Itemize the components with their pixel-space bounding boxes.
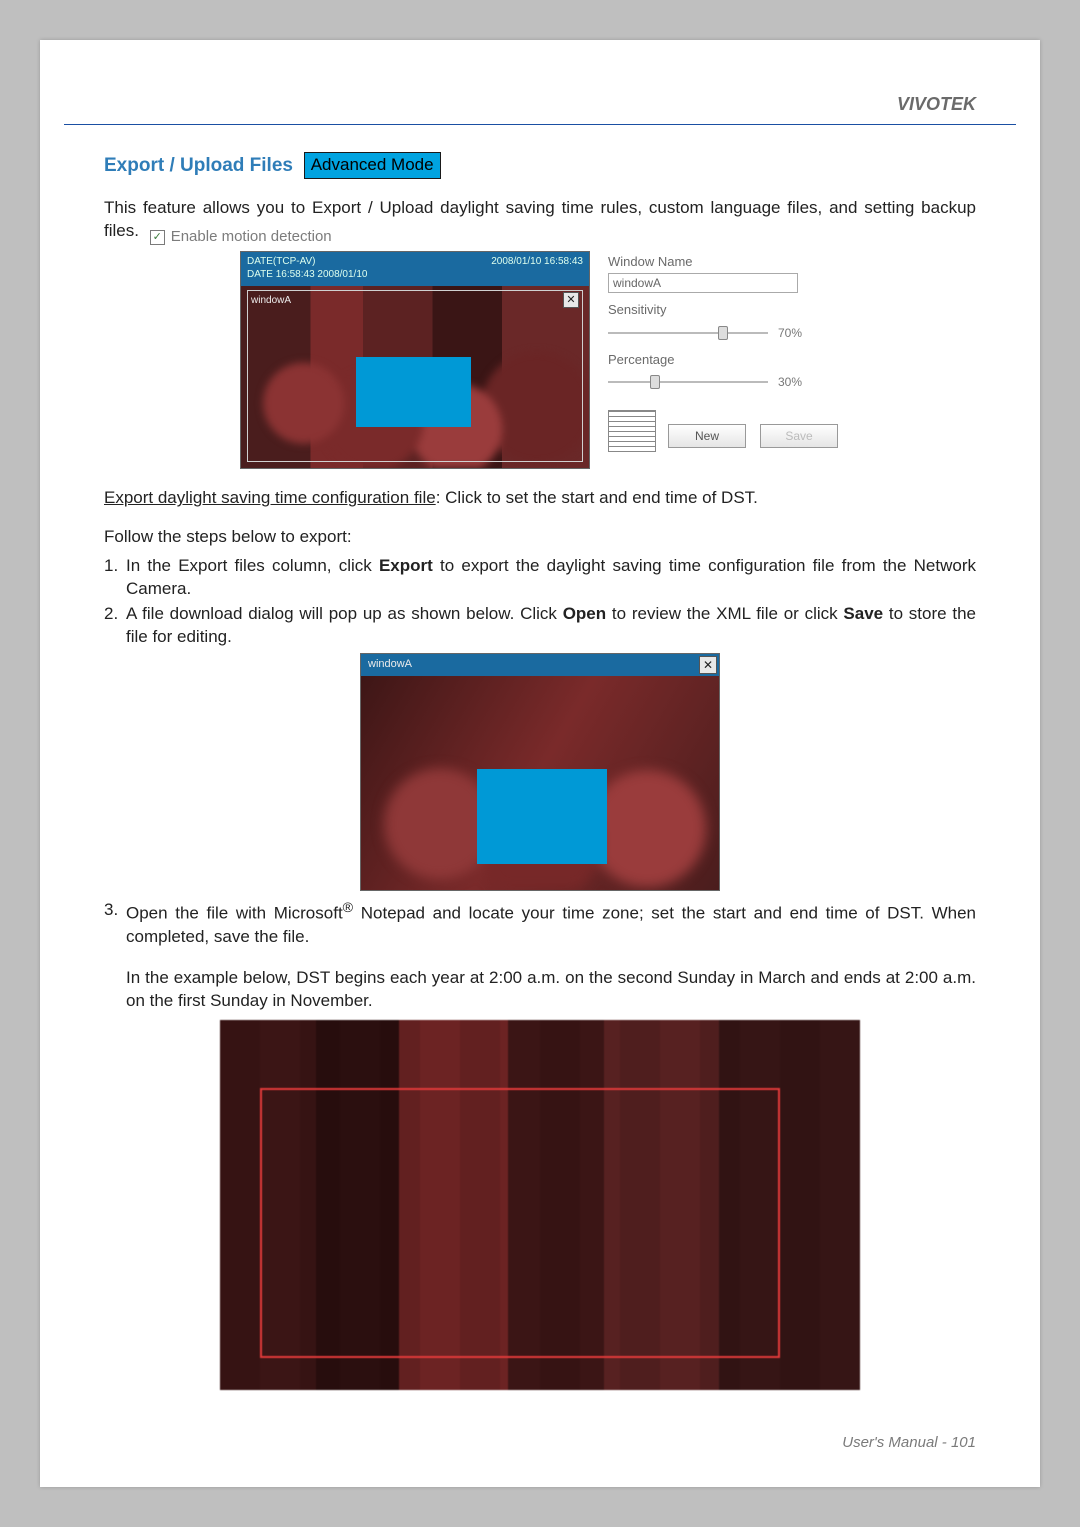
new-button[interactable]: New xyxy=(668,424,746,448)
percentage-label: Percentage xyxy=(608,351,840,369)
brand-label: VIVOTEK xyxy=(897,94,976,115)
motion-region-box[interactable] xyxy=(356,357,471,427)
close-icon[interactable]: ✕ xyxy=(563,292,579,308)
content: Export / Upload Files Advanced Mode This… xyxy=(104,152,976,1390)
window-name-label: Window Name xyxy=(608,253,840,271)
figure-motion-detection-panel: DATE(TCP-AV) 2008/01/10 16:58:43 DATE 16… xyxy=(104,251,976,469)
step-1: 1. In the Export files column, click Exp… xyxy=(104,555,976,601)
section-heading-row: Export / Upload Files Advanced Mode xyxy=(104,152,976,179)
example-paragraph: In the example below, DST begins each ye… xyxy=(126,967,976,1013)
save-bold: Save xyxy=(843,604,883,623)
enable-motion-detection-checkbox[interactable]: ✓ xyxy=(150,230,165,245)
figure-pixelated-preview xyxy=(220,1020,860,1390)
advanced-mode-badge: Advanced Mode xyxy=(304,152,441,179)
enable-motion-detection-row: ✓ Enable motion detection xyxy=(150,227,332,247)
preview-overlay-text: DATE(TCP-AV) 2008/01/10 16:58:43 DATE 16… xyxy=(241,252,589,286)
window-detail-title: windowA xyxy=(368,658,412,670)
header-rule xyxy=(64,124,1016,125)
window-detail-titlebar: windowA xyxy=(361,654,719,676)
activity-bars-icon xyxy=(608,410,656,452)
percentage-slider[interactable] xyxy=(608,375,768,389)
camera-preview: DATE(TCP-AV) 2008/01/10 16:58:43 DATE 16… xyxy=(240,251,590,469)
sensitivity-label: Sensitivity xyxy=(608,301,840,319)
open-bold: Open xyxy=(563,604,606,623)
preview-line2: DATE 16:58:43 2008/01/10 xyxy=(247,268,583,281)
window-name-value: windowA xyxy=(613,275,661,291)
step-3: 3. Open the file with Microsoft® Notepad… xyxy=(104,899,976,949)
window-name-input[interactable]: windowA xyxy=(608,273,798,293)
motion-region-box[interactable] xyxy=(477,769,607,864)
intro-paragraph: This feature allows you to Export / Uplo… xyxy=(104,197,976,247)
save-button[interactable]: Save xyxy=(760,424,838,448)
sensitivity-value: 70% xyxy=(778,325,802,341)
preview-window-label: windowA xyxy=(251,294,291,308)
document-page: VIVOTEK Export / Upload Files Advanced M… xyxy=(40,40,1040,1487)
step-2: 2. A file download dialog will pop up as… xyxy=(104,603,976,649)
registered-mark: ® xyxy=(343,900,353,916)
page-footer: User's Manual - 101 xyxy=(842,1434,976,1451)
close-icon[interactable]: ✕ xyxy=(699,656,717,674)
section-title: Export / Upload Files xyxy=(104,153,293,179)
export-dst-link[interactable]: Export daylight saving time configuratio… xyxy=(104,488,436,507)
export-bold: Export xyxy=(379,556,433,575)
percentage-value: 30% xyxy=(778,374,802,390)
motion-controls-panel: Window Name windowA Sensitivity 70% Perc… xyxy=(608,251,840,448)
follow-steps-label: Follow the steps below to export: xyxy=(104,526,976,549)
figure-window-detail: windowA ✕ xyxy=(104,653,976,891)
steps-list: 1. In the Export files column, click Exp… xyxy=(104,555,976,649)
steps-list-cont: 3. Open the file with Microsoft® Notepad… xyxy=(104,899,976,949)
red-selection-box xyxy=(260,1088,780,1358)
export-dst-rest: : Click to set the start and end time of… xyxy=(436,488,758,507)
enable-motion-detection-label: Enable motion detection xyxy=(171,227,332,247)
window-detail-image: windowA ✕ xyxy=(360,653,720,891)
sensitivity-slider[interactable] xyxy=(608,326,768,340)
preview-line1-left: DATE(TCP-AV) xyxy=(247,255,316,268)
preview-line1-right: 2008/01/10 16:58:43 xyxy=(491,255,583,268)
export-dst-line: Export daylight saving time configuratio… xyxy=(104,487,976,510)
